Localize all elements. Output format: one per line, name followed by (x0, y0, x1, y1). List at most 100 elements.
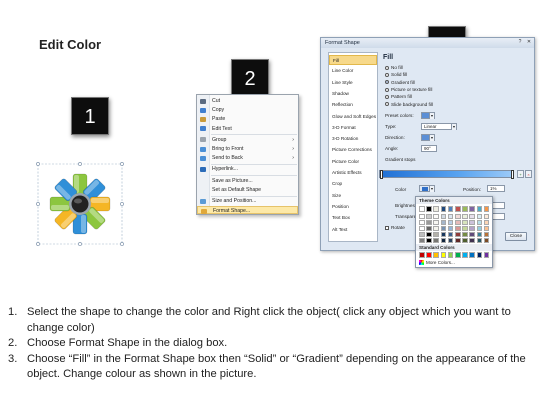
context-menu-item[interactable]: Format Shape... (197, 206, 298, 215)
theme-color-swatch[interactable] (476, 237, 483, 243)
nav-item[interactable]: Artistic Effects (329, 168, 377, 178)
add-stop-icon[interactable]: + (517, 170, 524, 178)
nav-item[interactable]: Size (329, 191, 377, 201)
standard-color-swatch[interactable] (426, 252, 432, 258)
theme-color-swatch[interactable] (426, 206, 432, 212)
theme-color-swatch[interactable] (455, 231, 461, 237)
nav-item[interactable]: 3-D Rotation (329, 134, 377, 144)
theme-color-swatch[interactable] (419, 206, 425, 212)
nav-item[interactable]: Line Style (329, 78, 377, 88)
context-menu-item[interactable]: Group › (197, 136, 298, 144)
resize-handle[interactable] (120, 162, 124, 166)
standard-color-swatch[interactable] (419, 252, 425, 258)
context-menu-item[interactable]: Set as Default Shape (197, 186, 298, 194)
theme-color-swatch[interactable] (440, 213, 447, 219)
nav-item[interactable]: Alt Text (329, 225, 377, 235)
nav-item[interactable]: 3-D Format (329, 123, 377, 133)
theme-color-swatch[interactable] (447, 219, 454, 225)
theme-color-swatch[interactable] (476, 206, 483, 212)
standard-color-swatch[interactable] (433, 252, 439, 258)
theme-color-swatch[interactable] (419, 219, 425, 225)
more-colors-item[interactable]: More Colors... (419, 260, 455, 266)
fill-option-radio[interactable]: Gradient fill (385, 80, 415, 86)
standard-color-swatch[interactable] (440, 252, 447, 258)
close-button[interactable]: Close (505, 232, 527, 241)
resize-handle[interactable] (78, 162, 82, 166)
position-input[interactable]: 1% (487, 185, 505, 192)
theme-color-swatch[interactable] (455, 219, 461, 225)
standard-color-swatch[interactable] (476, 252, 483, 258)
context-menu-item[interactable]: Bring to Front › (197, 145, 298, 153)
theme-color-swatch[interactable] (483, 237, 490, 243)
context-menu-item[interactable]: Copy (197, 106, 298, 114)
theme-color-swatch[interactable] (433, 237, 439, 243)
nav-item[interactable]: Position (329, 202, 377, 212)
theme-color-swatch[interactable] (455, 237, 461, 243)
close-window-button[interactable]: ✕ (525, 39, 533, 46)
theme-color-swatch[interactable] (462, 206, 468, 212)
theme-color-swatch[interactable] (426, 225, 432, 231)
nav-item[interactable]: Fill (329, 55, 377, 66)
theme-color-swatch[interactable] (462, 213, 468, 219)
theme-color-swatch[interactable] (419, 213, 425, 219)
theme-color-swatch[interactable] (440, 206, 447, 212)
theme-color-swatch[interactable] (455, 225, 461, 231)
theme-color-swatch[interactable] (440, 219, 447, 225)
theme-color-swatch[interactable] (433, 219, 439, 225)
theme-color-swatch[interactable] (469, 231, 475, 237)
theme-color-swatch[interactable] (476, 219, 483, 225)
theme-color-swatch[interactable] (440, 237, 447, 243)
direction-button[interactable]: ▼ (421, 134, 435, 141)
theme-color-swatch[interactable] (426, 237, 432, 243)
theme-color-swatch[interactable] (483, 206, 490, 212)
theme-color-swatch[interactable] (462, 237, 468, 243)
context-menu-item[interactable]: Paste (197, 115, 298, 123)
context-menu-item[interactable]: Edit Text (197, 125, 298, 133)
resize-handle[interactable] (36, 202, 40, 206)
theme-color-swatch[interactable] (455, 206, 461, 212)
context-menu-item[interactable]: Send to Back › (197, 154, 298, 162)
nav-item[interactable]: Line Color (329, 66, 377, 76)
gradient-stop-1[interactable] (380, 170, 383, 179)
selected-shape[interactable] (35, 162, 125, 246)
fill-option-radio[interactable]: Pattern fill (385, 94, 412, 100)
resize-handle[interactable] (36, 242, 40, 246)
nav-item[interactable]: Picture Corrections (329, 145, 377, 155)
theme-color-swatch[interactable] (469, 219, 475, 225)
theme-color-swatch[interactable] (469, 213, 475, 219)
theme-color-swatch[interactable] (426, 213, 432, 219)
standard-color-swatch[interactable] (455, 252, 461, 258)
theme-color-swatch[interactable] (419, 231, 425, 237)
theme-color-swatch[interactable] (469, 237, 475, 243)
context-menu-item[interactable]: Save as Picture... (197, 177, 298, 185)
theme-color-swatch[interactable] (462, 219, 468, 225)
theme-color-swatch[interactable] (447, 231, 454, 237)
theme-color-swatch[interactable] (469, 225, 475, 231)
standard-color-swatch[interactable] (447, 252, 454, 258)
theme-color-swatch[interactable] (469, 206, 475, 212)
standard-color-swatch[interactable] (462, 252, 468, 258)
theme-color-swatch[interactable] (426, 219, 432, 225)
theme-color-swatch[interactable] (447, 225, 454, 231)
type-select[interactable]: Linear ▼ (421, 123, 457, 130)
theme-color-swatch[interactable] (433, 206, 439, 212)
nav-item[interactable]: Glow and Soft Edges (329, 112, 377, 122)
theme-color-swatch[interactable] (447, 206, 454, 212)
remove-stop-icon[interactable]: × (525, 170, 532, 178)
flower-shape-graphic[interactable] (35, 162, 125, 246)
theme-color-swatch[interactable] (483, 213, 490, 219)
context-menu-item[interactable]: Cut (197, 97, 298, 105)
nav-item[interactable]: Crop (329, 179, 377, 189)
nav-item[interactable]: Shadow (329, 89, 377, 99)
theme-color-swatch[interactable] (419, 225, 425, 231)
theme-color-swatch[interactable] (483, 219, 490, 225)
resize-handle[interactable] (120, 242, 124, 246)
standard-color-swatch[interactable] (469, 252, 475, 258)
theme-color-swatch[interactable] (447, 213, 454, 219)
theme-color-swatch[interactable] (419, 237, 425, 243)
standard-color-swatch[interactable] (483, 252, 490, 258)
angle-input[interactable]: 90° (421, 145, 437, 152)
gradient-stop-2[interactable] (511, 170, 514, 179)
color-picker-button[interactable]: ▼ (419, 185, 435, 192)
theme-color-swatch[interactable] (483, 231, 490, 237)
